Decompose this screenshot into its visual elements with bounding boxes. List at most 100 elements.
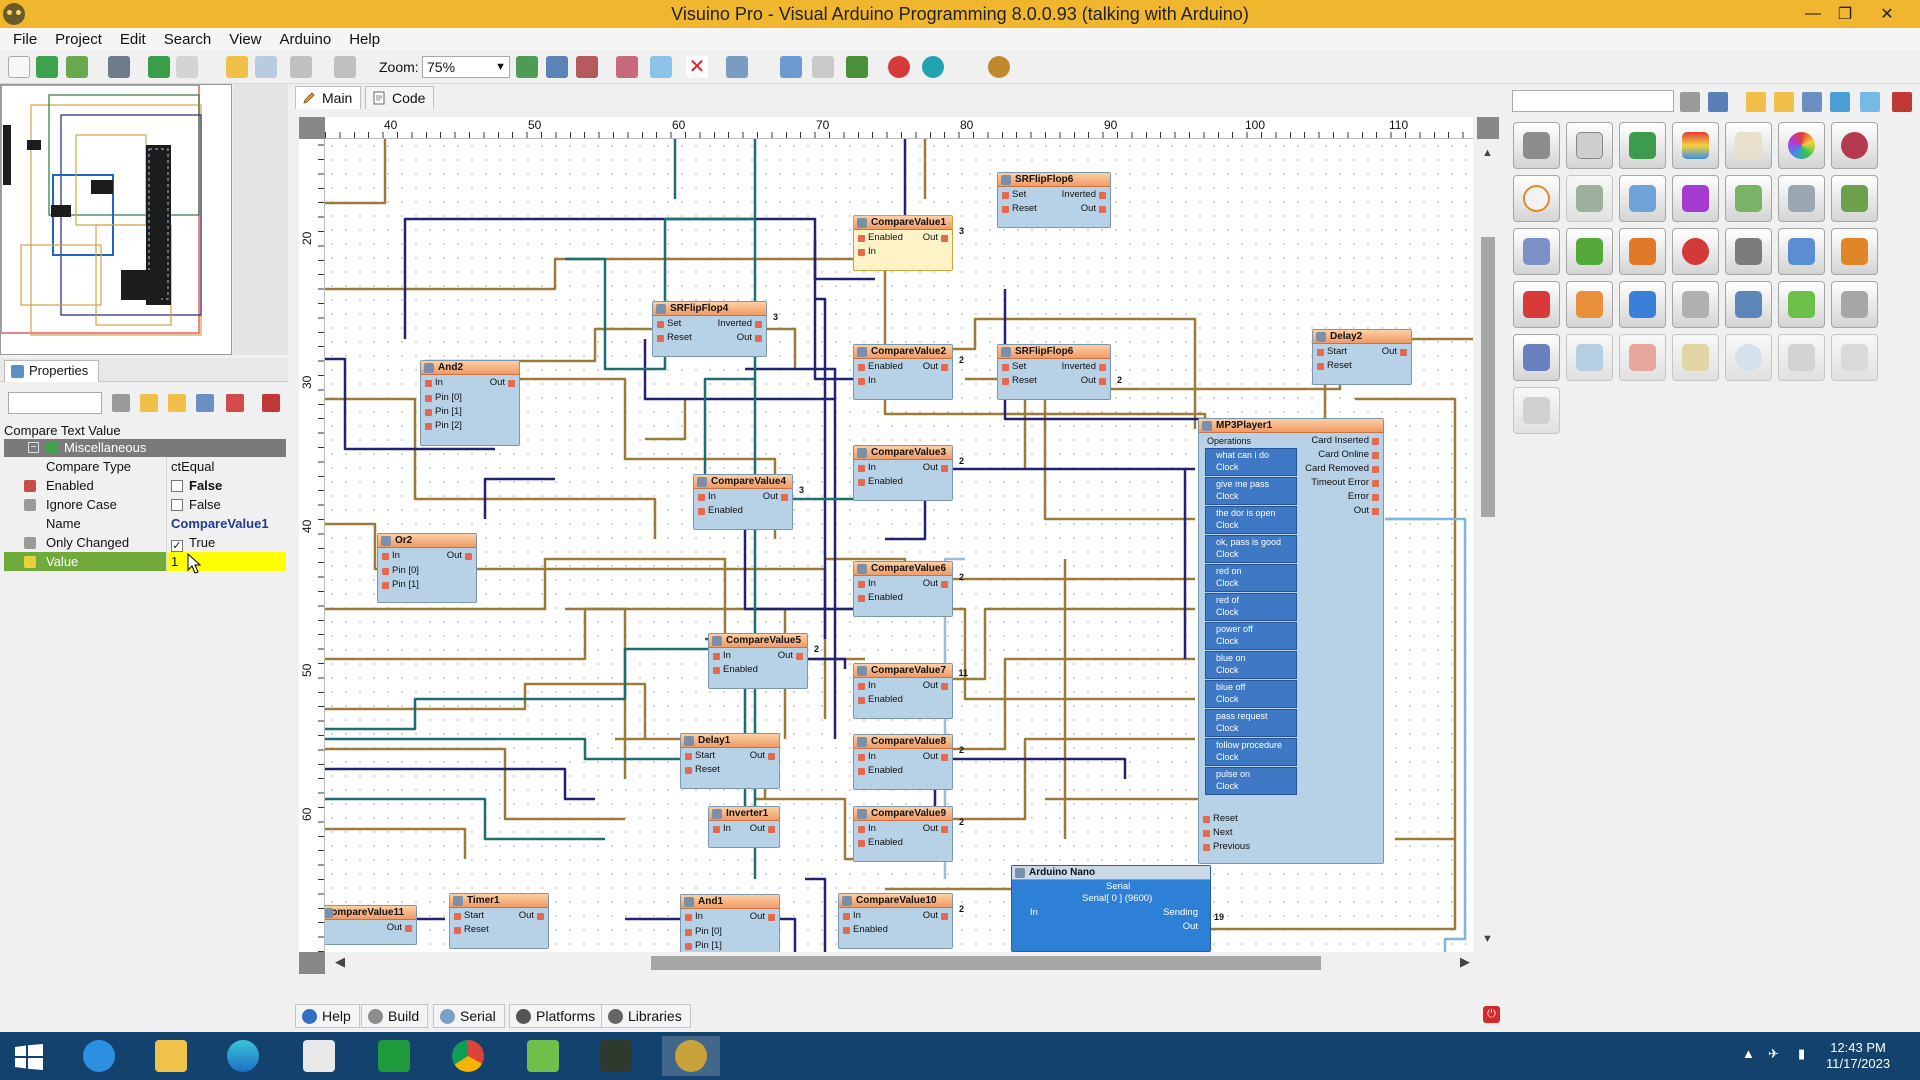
- palette-routing[interactable]: [1831, 228, 1878, 275]
- tab-libraries[interactable]: Libraries: [601, 1004, 691, 1028]
- filter-icon[interactable]: [112, 394, 130, 412]
- property-row-only-changed[interactable]: Only Changed ✓ True: [4, 533, 286, 552]
- pin-enabled[interactable]: Enabled: [858, 592, 903, 604]
- palette-filter-icon[interactable]: [1680, 92, 1700, 112]
- palette-math[interactable]: [1619, 122, 1666, 169]
- palette-weather[interactable]: [1725, 334, 1772, 381]
- component-mp3player1[interactable]: MP3Player1 Operations what can i do Clock…: [1198, 418, 1384, 864]
- pin-enabled[interactable]: Enabled: [713, 664, 758, 676]
- component-comparevalue11[interactable]: CompareValue11 Out: [325, 905, 417, 945]
- operation-clock-pin[interactable]: Clock: [1216, 635, 1296, 647]
- record-icon[interactable]: [888, 56, 910, 78]
- zoom-fit-icon[interactable]: [546, 56, 568, 78]
- component-comparevalue4[interactable]: CompareValue4 In Enabled Out 3: [693, 474, 804, 530]
- property-value[interactable]: False: [166, 495, 286, 514]
- pin-start[interactable]: Start: [454, 910, 484, 922]
- pin-set[interactable]: Set: [657, 318, 681, 330]
- palette-drive[interactable]: [1513, 387, 1560, 434]
- export-icon[interactable]: [176, 56, 198, 78]
- pin-card-removed[interactable]: Card Removed: [1305, 463, 1379, 475]
- pin-previous[interactable]: Previous: [1203, 841, 1250, 853]
- open-project-icon[interactable]: [36, 56, 58, 78]
- palette-color-wheel[interactable]: [1778, 122, 1825, 169]
- palette-group-icon[interactable]: [1802, 92, 1822, 112]
- palette-signal[interactable]: [1513, 281, 1560, 328]
- component-srflipflop6-top[interactable]: SRFlipFlop6 Set Reset Inverted Out: [997, 172, 1111, 228]
- pin-reset[interactable]: Reset: [1002, 375, 1037, 387]
- select-wire-icon[interactable]: [650, 56, 672, 78]
- palette-motors[interactable]: [1566, 175, 1613, 222]
- palette-valves[interactable]: [1778, 175, 1825, 222]
- operation-clock-pin[interactable]: Clock: [1216, 490, 1296, 502]
- property-value-input[interactable]: 1: [166, 552, 286, 574]
- scroll-up-icon[interactable]: ▲: [1482, 147, 1493, 159]
- palette-tools[interactable]: [1831, 281, 1878, 328]
- disconnect-icon[interactable]: [812, 56, 834, 78]
- mp3-operation[interactable]: red of Clock: [1205, 593, 1297, 621]
- pin-0[interactable]: Pin [0]: [382, 565, 419, 577]
- taskbar-visuino[interactable]: [662, 1036, 720, 1076]
- pin-out[interactable]: Out: [750, 911, 776, 923]
- pin-out[interactable]: Out: [778, 650, 804, 662]
- pin-reset[interactable]: Reset: [657, 332, 692, 344]
- palette-text[interactable]: [1725, 122, 1772, 169]
- expand-all-icon[interactable]: [140, 394, 158, 412]
- mp3-operation[interactable]: follow procedure Clock: [1205, 738, 1297, 766]
- pin-in[interactable]: In: [858, 246, 876, 258]
- palette-numbers-icon[interactable]: [1860, 92, 1880, 112]
- stop-icon[interactable]: ⏻: [1483, 1006, 1500, 1023]
- property-row-enabled[interactable]: Enabled False: [4, 476, 286, 495]
- delete-icon[interactable]: ✕: [686, 56, 708, 78]
- component-timer1[interactable]: Timer1 Start Reset Out: [449, 893, 549, 949]
- only-changed-checkbox[interactable]: ✓: [171, 540, 183, 552]
- pin-out[interactable]: Out: [387, 922, 413, 934]
- property-value[interactable]: CompareValue1: [166, 514, 286, 533]
- pin-out[interactable]: Out: [1183, 921, 1198, 933]
- import-icon[interactable]: [148, 56, 170, 78]
- menu-view[interactable]: View: [220, 31, 270, 48]
- operation-clock-pin[interactable]: Clock: [1216, 780, 1296, 792]
- signal-bars-icon[interactable]: ▮: [1798, 1046, 1805, 1062]
- grid-icon[interactable]: [255, 56, 277, 78]
- pin-2[interactable]: Pin [2]: [425, 420, 462, 432]
- menu-project[interactable]: Project: [46, 31, 111, 48]
- pin-in[interactable]: In: [713, 650, 731, 662]
- mp3-operation[interactable]: power off Clock: [1205, 622, 1297, 650]
- palette-remote[interactable]: [1619, 228, 1666, 275]
- pin-card-inserted[interactable]: Card Inserted: [1311, 435, 1379, 447]
- pin-enabled[interactable]: Enabled: [858, 765, 903, 777]
- pin-in[interactable]: In: [858, 680, 876, 692]
- property-row-compare-type[interactable]: Compare Type ctEqual: [4, 457, 286, 476]
- operation-clock-pin[interactable]: Clock: [1216, 606, 1296, 618]
- palette-collapse-icon[interactable]: [1774, 92, 1794, 112]
- maximize-button[interactable]: ❐: [1822, 0, 1868, 28]
- palette-storage[interactable]: [1513, 228, 1560, 275]
- serial-monitor-icon[interactable]: [922, 56, 944, 78]
- taskbar-app-diamond[interactable]: [587, 1036, 645, 1076]
- pin-reset[interactable]: Reset: [1002, 203, 1037, 215]
- pin-out[interactable]: Out: [923, 680, 949, 692]
- palette-text-abc[interactable]: [1566, 281, 1613, 328]
- upload-icon[interactable]: [846, 56, 868, 78]
- pin-in[interactable]: In: [858, 462, 876, 474]
- pin-out[interactable]: Out: [923, 910, 949, 922]
- palette-pipes[interactable]: [1513, 334, 1560, 381]
- tab-help[interactable]: Help: [295, 1004, 360, 1028]
- tools-icon[interactable]: [262, 394, 280, 412]
- collapse-all-icon[interactable]: [168, 394, 186, 412]
- align-icon[interactable]: [226, 56, 248, 78]
- pin-sending[interactable]: Sending: [1163, 907, 1198, 919]
- connect-icon[interactable]: [780, 56, 802, 78]
- palette-containers[interactable]: [1672, 281, 1719, 328]
- pin-start[interactable]: Start: [1317, 346, 1347, 358]
- pin-1[interactable]: Pin [1]: [382, 579, 419, 591]
- palette-time[interactable]: [1513, 175, 1560, 222]
- pin-in[interactable]: In: [713, 823, 731, 835]
- pin-enabled[interactable]: Enabled: [698, 505, 743, 517]
- pin-in[interactable]: In: [858, 578, 876, 590]
- pin-out[interactable]: Out: [923, 462, 949, 474]
- vertical-scroll-thumb[interactable]: [1481, 237, 1495, 517]
- component-comparevalue7[interactable]: CompareValue7 In Enabled Out 11: [853, 663, 968, 719]
- component-and2[interactable]: And2 In Pin [0] Pin [1] Pin [2] Out: [420, 360, 520, 446]
- property-row-name[interactable]: Name CompareValue1: [4, 514, 286, 533]
